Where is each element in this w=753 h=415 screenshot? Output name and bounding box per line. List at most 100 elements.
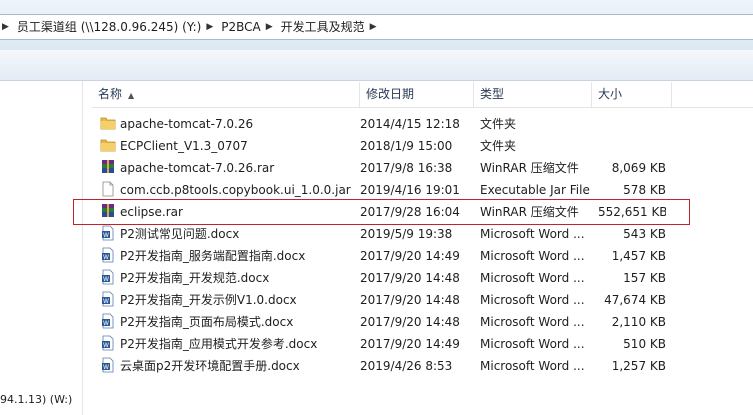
file-size: 157 KB (623, 271, 666, 285)
file-name-cell[interactable]: eclipse.rar (100, 201, 358, 223)
file-type: Microsoft Word ... (480, 315, 585, 329)
column-name-label: 名称 (98, 87, 123, 101)
file-date: 2017/9/20 14:49 (360, 249, 460, 263)
file-name: P2开发指南_开发规范.docx (120, 271, 270, 285)
file-row[interactable]: W P2开发指南_页面布局模式.docx 2017/9/20 14:48 Micros… (92, 311, 753, 333)
winrar-icon (100, 203, 116, 219)
file-row[interactable]: W P2开发指南_开发规范.docx 2017/9/20 14:48 Microsof… (92, 267, 753, 289)
file-date: 2019/4/26 8:53 (360, 359, 453, 373)
svg-text:W: W (103, 342, 109, 349)
chevron-right-icon[interactable]: ▶ (204, 15, 218, 39)
address-bar-area: ▶ 员工渠道组 (\\128.0.96.245) (Y:) ▶ P2BCA ▶ 开发工具及… (0, 0, 753, 50)
file-row[interactable]: W P2开发指南_开发示例V1.0.docx 2017/9/20 14:48 Micr… (92, 289, 753, 311)
file-date: 2017/9/8 16:38 (360, 161, 453, 175)
column-type[interactable]: 类型 (474, 82, 592, 107)
file-name: ECPClient_V1.3_0707 (120, 139, 248, 153)
svg-text:W: W (103, 254, 109, 261)
svg-text:W: W (103, 232, 109, 239)
file-name: apache-tomcat-7.0.26 (120, 117, 254, 131)
file-name-cell[interactable]: W P2开发指南_服务端配置指南.docx (100, 245, 358, 267)
file-name-cell[interactable]: W P2开发指南_开发示例V1.0.docx (100, 289, 358, 311)
file-name: eclipse.rar (120, 205, 183, 219)
file-name-cell[interactable]: W P2开发指南_页面布局模式.docx (100, 311, 358, 333)
file-name: 云桌面p2开发环境配置手册.docx (120, 359, 300, 373)
file-type: Microsoft Word ... (480, 359, 585, 373)
winrar-icon (100, 159, 116, 175)
file-name: P2开发指南_页面布局模式.docx (120, 315, 294, 329)
file-date: 2019/5/9 19:38 (360, 227, 453, 241)
file-date: 2014/4/15 12:18 (360, 117, 460, 131)
file-size: 1,457 KB (611, 249, 666, 263)
file-date: 2017/9/20 14:48 (360, 315, 460, 329)
column-extra (672, 82, 753, 107)
chevron-right-icon[interactable]: ▶ (264, 15, 278, 39)
file-name: P2测试常见问题.docx (120, 227, 240, 241)
file-date: 2018/1/9 15:00 (360, 139, 453, 153)
file-row[interactable]: apache-tomcat-7.0.26 2014/4/15 12:18 文件夹 (92, 113, 753, 135)
column-name[interactable]: 名称 ▲ (92, 82, 360, 107)
file-row[interactable]: W P2开发指南_应用模式开发参考.docx 2017/9/20 14:49 Micr… (92, 333, 753, 355)
file-type: Microsoft Word ... (480, 271, 585, 285)
navigation-pane[interactable]: 94.1.13) (W:) (0, 81, 83, 415)
file-row[interactable]: com.ccb.p8tools.copybook.ui_1.0.0.jar 201… (92, 179, 753, 201)
file-row[interactable]: eclipse.rar 2017/9/28 16:04 WinRAR 压缩文件 552… (92, 201, 753, 223)
file-size: 2,110 KB (611, 315, 666, 329)
file-row[interactable]: W 云桌面p2开发环境配置手册.docx 2019/4/26 8:53 Microso… (92, 355, 753, 377)
file-row[interactable]: apache-tomcat-7.0.26.rar 2017/9/8 16:38 Wi… (92, 157, 753, 179)
file-size: 578 KB (623, 183, 666, 197)
file-name-cell[interactable]: W 云桌面p2开发环境配置手册.docx (100, 355, 358, 377)
address-bar[interactable]: ▶ 员工渠道组 (\\128.0.96.245) (Y:) ▶ P2BCA ▶ 开发工具及… (0, 14, 753, 40)
file-size (598, 135, 666, 157)
chevron-right-icon[interactable]: ▶ (368, 15, 382, 39)
word-icon: W (100, 313, 116, 329)
file-type: 文件夹 (480, 139, 517, 153)
file-name-cell[interactable]: ECPClient_V1.3_0707 (100, 135, 358, 157)
word-icon: W (100, 291, 116, 307)
file-name: P2开发指南_开发示例V1.0.docx (120, 293, 297, 307)
svg-text:W: W (103, 276, 109, 283)
file-name-cell[interactable]: W P2测试常见问题.docx (100, 223, 358, 245)
file-name-cell[interactable]: apache-tomcat-7.0.26 (100, 113, 358, 135)
word-icon: W (100, 357, 116, 373)
file-row[interactable]: W P2开发指南_服务端配置指南.docx 2017/9/20 14:49 Micro… (92, 245, 753, 267)
file-size: 47,674 KB (604, 293, 666, 307)
file-type: WinRAR 压缩文件 (480, 205, 579, 219)
nav-item-drive-w[interactable]: 94.1.13) (W:) (0, 393, 72, 406)
file-date: 2017/9/20 14:48 (360, 293, 460, 307)
breadcrumb-p2bca[interactable]: P2BCA (218, 15, 263, 39)
column-date[interactable]: 修改日期 (360, 82, 474, 107)
file-row[interactable]: ECPClient_V1.3_0707 2018/1/9 15:00 文件夹 (92, 135, 753, 157)
breadcrumb-dev-tools[interactable]: 开发工具及规范 (278, 15, 368, 39)
file-size: 552,651 KB (598, 205, 666, 219)
breadcrumb-network-drive[interactable]: 员工渠道组 (\\128.0.96.245) (Y:) (14, 15, 204, 39)
jar-icon (100, 181, 116, 197)
file-name: com.ccb.p8tools.copybook.ui_1.0.0.jar (120, 183, 351, 197)
folder-icon (100, 115, 116, 131)
file-date: 2017/9/28 16:04 (360, 205, 460, 219)
file-size: 1,257 KB (611, 359, 666, 373)
file-type: Microsoft Word ... (480, 227, 585, 241)
column-size[interactable]: 大小 (592, 82, 672, 107)
svg-text:W: W (103, 298, 109, 305)
file-size (598, 113, 666, 135)
file-type: WinRAR 压缩文件 (480, 161, 579, 175)
word-icon: W (100, 247, 116, 263)
file-list: apache-tomcat-7.0.26 2014/4/15 12:18 文件夹 EC… (92, 113, 753, 377)
file-name-cell[interactable]: W P2开发指南_开发规范.docx (100, 267, 358, 289)
folder-icon (100, 137, 116, 153)
file-name-cell[interactable]: apache-tomcat-7.0.26.rar (100, 157, 358, 179)
chevron-right-icon[interactable]: ▶ (0, 15, 14, 39)
file-size: 510 KB (623, 337, 666, 351)
file-row[interactable]: W P2测试常见问题.docx 2019/5/9 19:38 Microsoft Wo… (92, 223, 753, 245)
file-size: 8,069 KB (611, 161, 666, 175)
file-name-cell[interactable]: com.ccb.p8tools.copybook.ui_1.0.0.jar (100, 179, 358, 201)
file-type: Microsoft Word ... (480, 337, 585, 351)
sort-ascending-icon: ▲ (128, 91, 135, 100)
file-name: P2开发指南_应用模式开发参考.docx (120, 337, 318, 351)
file-name: P2开发指南_服务端配置指南.docx (120, 249, 306, 263)
file-type: Executable Jar File (480, 183, 590, 197)
word-icon: W (100, 225, 116, 241)
svg-text:W: W (103, 320, 109, 327)
file-date: 2019/4/16 19:01 (360, 183, 460, 197)
file-name-cell[interactable]: W P2开发指南_应用模式开发参考.docx (100, 333, 358, 355)
